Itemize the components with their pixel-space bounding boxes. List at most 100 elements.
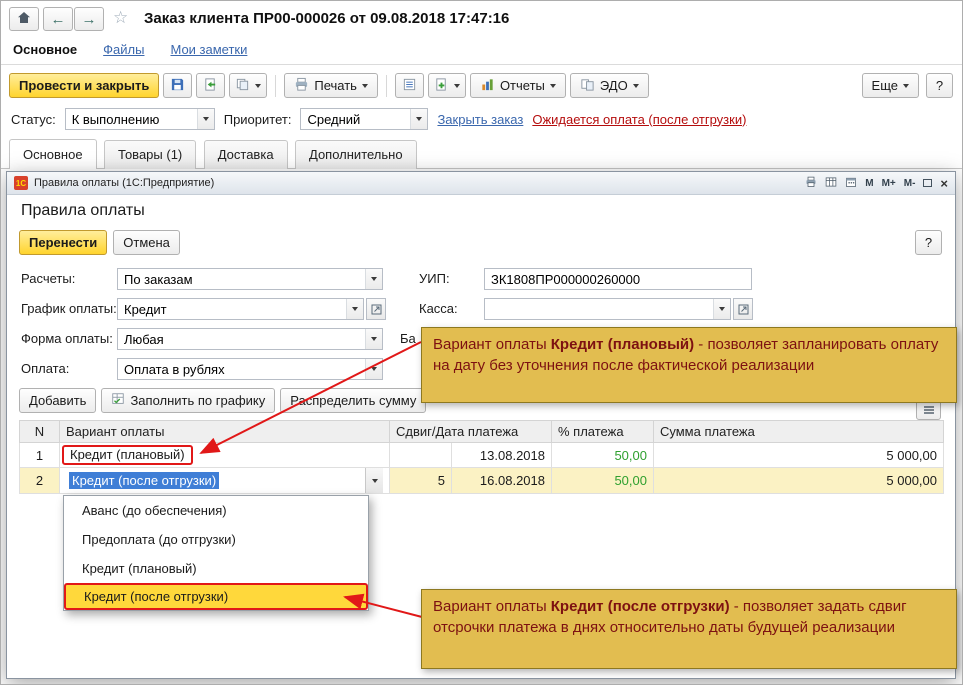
toolbar: Провести и закрыть Печать Отчеты ЭДО [9,73,649,98]
forward-button[interactable]: → [74,7,104,31]
edo-button[interactable]: ЭДО [569,73,649,98]
payment-form-select[interactable]: Любая [117,328,383,350]
percent-cell[interactable]: 50,00 [551,442,654,468]
calculations-select[interactable]: По заказам [117,268,383,290]
dialog-buttons: Перенести Отмена [19,230,180,255]
1c-logo-icon: 1С [14,176,28,190]
more-button[interactable]: Еще [861,73,919,98]
date-cell[interactable]: 16.08.2018 [451,467,552,494]
close-icon[interactable]: × [940,177,948,190]
dropdown-button[interactable] [365,329,382,349]
col-header-n[interactable]: N [19,420,60,443]
back-button[interactable]: ← [43,7,73,31]
dialog-calendar-icon[interactable] [845,176,857,191]
dropdown-item-prepayment[interactable]: Предоплата (до отгрузки) [64,525,368,554]
callout-credit-planned: Вариант оплаты Кредит (плановый) - позво… [421,327,957,403]
home-button[interactable] [9,7,39,31]
bank-account-label-truncated: Ба [400,331,416,346]
dialog-table-icon[interactable] [825,176,837,191]
variant-edit-cell[interactable]: Кредит (после отгрузки) [59,467,390,494]
open-schedule-button[interactable] [366,298,386,320]
transfer-button[interactable]: Перенести [19,230,108,255]
chevron-down-icon [416,117,423,121]
payment-select[interactable]: Оплата в рублях [117,358,383,380]
cell-dropdown-button[interactable] [365,468,383,493]
variant-cell[interactable]: Кредит (плановый) [59,442,390,468]
distribute-sum-button[interactable]: Распределить сумму [280,388,427,413]
tab-delivery[interactable]: Доставка [203,140,288,169]
dropdown-button[interactable] [365,359,382,379]
table-more-button[interactable] [916,400,941,420]
uip-input[interactable]: ЗК1808ПР000000260000 [484,268,752,290]
tab-main[interactable]: Основное [9,139,97,169]
close-order-link[interactable]: Закрыть заказ [437,112,523,127]
add-row-button[interactable]: Добавить [19,388,97,413]
cancel-button[interactable]: Отмена [113,230,180,255]
edo-icon [580,77,595,95]
sum-cell[interactable]: 5 000,00 [653,467,944,494]
post-and-close-button[interactable]: Провести и закрыть [9,73,160,98]
row-number[interactable]: 2 [19,467,60,494]
date-cell[interactable]: 13.08.2018 [451,442,552,468]
journal-button[interactable] [394,73,424,98]
print-button[interactable]: Печать [284,73,378,98]
table-row-selected[interactable]: 2 Кредит (после отгрузки) 5 16.08.2018 5… [19,467,944,494]
dialog-help-button[interactable]: ? [915,230,942,255]
post-document-button[interactable] [196,73,226,98]
col-header-shift-date[interactable]: Сдвиг/Дата платежа [389,420,552,443]
fill-table-icon [111,392,125,409]
col-header-variant[interactable]: Вариант оплаты [59,420,390,443]
tab-goods[interactable]: Товары (1) [104,140,197,169]
copy-button[interactable] [229,73,268,98]
reports-button[interactable]: Отчеты [469,73,566,98]
dropdown-button[interactable] [713,299,730,319]
help-button[interactable]: ? [926,73,953,98]
payment-expected-note[interactable]: Ожидается оплата (после отгрузки) [532,112,746,127]
col-header-sum[interactable]: Сумма платежа [653,420,944,443]
dropdown-button[interactable] [410,109,428,129]
tab-strip: Основное Товары (1) Доставка Дополнитель… [1,139,962,169]
table-row[interactable]: 1 Кредит (плановый) 13.08.2018 50,00 5 0… [19,442,944,468]
callout-text: Вариант оплаты [433,336,551,353]
sum-cell[interactable]: 5 000,00 [653,442,944,468]
fill-by-schedule-button[interactable]: Заполнить по графику [101,388,276,413]
create-based-on-icon [434,77,449,95]
col-header-percent[interactable]: % платежа [551,420,654,443]
save-button[interactable] [163,73,193,98]
cashbox-select[interactable] [484,298,731,320]
create-based-on-button[interactable] [427,73,466,98]
dropdown-button[interactable] [196,109,214,129]
percent-cell[interactable]: 50,00 [551,467,654,494]
chevron-down-icon [371,367,377,371]
nav-item-main[interactable]: Основное [13,42,77,57]
memory-m-button[interactable]: М [865,178,873,189]
status-select[interactable]: К выполнению [64,108,215,130]
dropdown-item-advance[interactable]: Аванс (до обеспечения) [64,496,368,525]
nav-item-files[interactable]: Файлы [103,42,144,57]
dropdown-button[interactable] [365,269,382,289]
row-number[interactable]: 1 [19,442,60,468]
dialog-titlebar[interactable]: 1С Правила оплаты (1С:Предприятие) М М+ … [7,172,955,195]
dropdown-button[interactable] [346,299,363,319]
cashbox-label: Касса: [419,301,458,316]
chevron-down-icon [371,337,377,341]
status-label: Статус: [11,111,56,127]
dropdown-item-credit-after-shipment[interactable]: Кредит (после отгрузки) [64,583,368,610]
home-icon [17,11,31,27]
restore-window-icon[interactable] [923,179,933,187]
shift-cell[interactable]: 5 [389,467,452,494]
callout-credit-after-shipment: Вариант оплаты Кредит (после отгрузки) -… [421,589,957,669]
open-cashbox-button[interactable] [733,298,753,320]
callout-bold-text: Кредит (после отгрузки) [550,598,730,615]
nav-item-notes[interactable]: Мои заметки [170,42,247,57]
memory-plus-button[interactable]: М+ [882,178,896,189]
dialog-print-icon[interactable] [805,176,817,191]
favorite-star-icon[interactable]: ☆ [113,8,128,28]
annotation-highlight-box: Кредит (плановый) [62,445,193,465]
memory-minus-button[interactable]: М- [904,178,916,189]
tab-additional[interactable]: Дополнительно [295,140,417,169]
priority-select[interactable]: Средний [300,108,429,130]
dropdown-item-credit-planned[interactable]: Кредит (плановый) [64,554,368,583]
shift-cell[interactable] [389,442,452,468]
payment-schedule-select[interactable]: Кредит [117,298,364,320]
